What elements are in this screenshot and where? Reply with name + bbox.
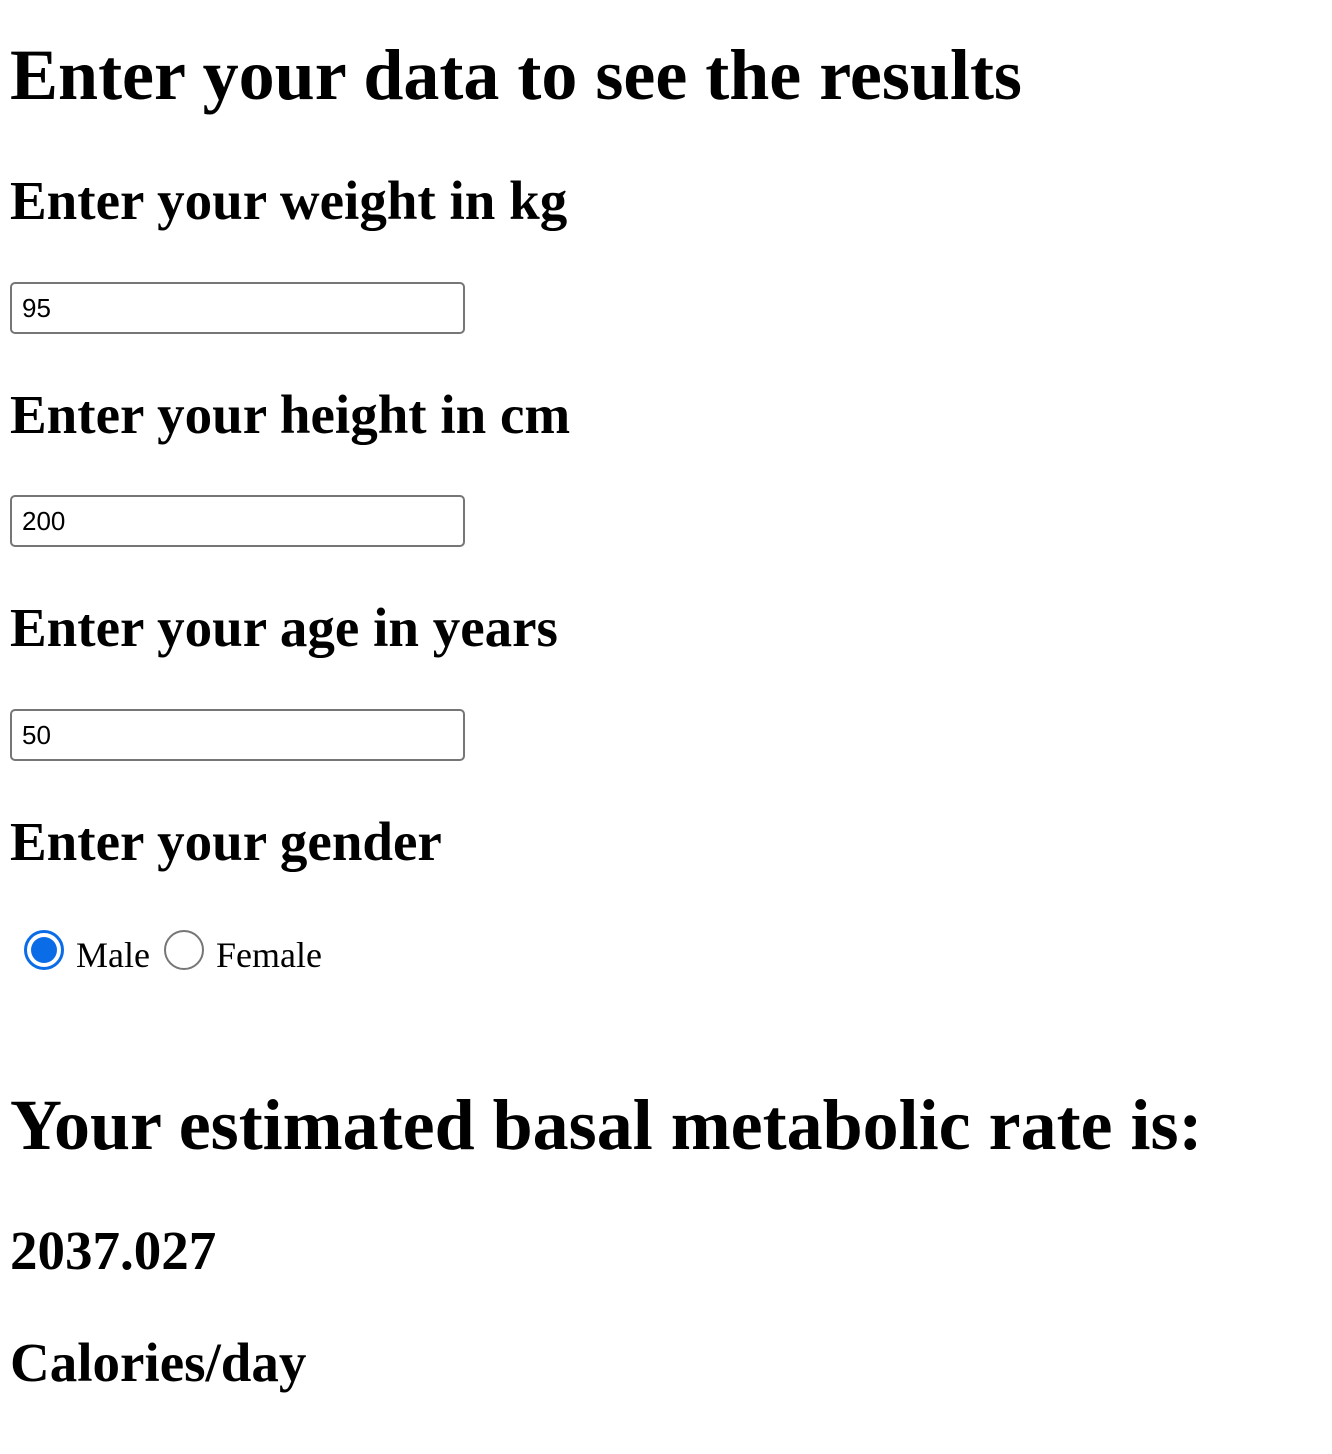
gender-radio-group: Male Female	[24, 930, 336, 980]
male-radio-label[interactable]: Male	[76, 934, 150, 976]
male-radio[interactable]	[24, 930, 64, 970]
weight-label: Enter your weight in kg	[10, 170, 568, 231]
page-title: Enter your data to see the results	[10, 35, 1022, 115]
bmr-unit: Calories/day	[10, 1332, 307, 1393]
age-input[interactable]	[10, 709, 465, 761]
female-radio[interactable]	[163, 930, 204, 970]
female-radio-label[interactable]: Female	[216, 934, 322, 976]
result-heading: Your estimated basal metabolic rate is:	[10, 1085, 1203, 1165]
bmr-value: 2037.027	[10, 1220, 217, 1281]
weight-input[interactable]	[10, 282, 465, 334]
age-label: Enter your age in years	[10, 597, 558, 658]
gender-label: Enter your gender	[10, 811, 442, 872]
height-input[interactable]	[10, 495, 465, 547]
height-label: Enter your height in cm	[10, 384, 571, 445]
